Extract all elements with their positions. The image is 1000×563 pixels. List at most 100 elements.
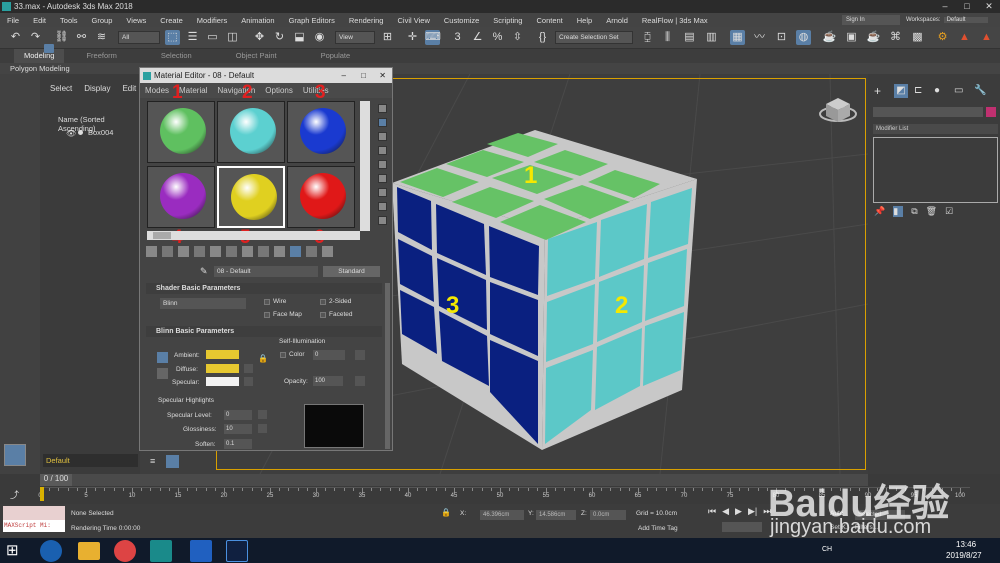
- utilities-tab-icon[interactable]: 🔧: [974, 84, 988, 98]
- configure-sets-icon[interactable]: ☑: [945, 206, 953, 217]
- taskbar-chrome-icon[interactable]: [114, 540, 136, 562]
- slots-scrollbar-vertical[interactable]: [360, 101, 370, 231]
- object-name-field[interactable]: [873, 107, 983, 117]
- play-icon[interactable]: ▶: [735, 506, 742, 517]
- minimize-button[interactable]: –: [934, 0, 956, 13]
- modify-tab-icon[interactable]: ◩: [894, 84, 908, 98]
- menu-create[interactable]: Create: [153, 16, 190, 25]
- menu-help[interactable]: Help: [570, 16, 599, 25]
- taskbar-wps-icon[interactable]: [190, 540, 212, 562]
- go-to-parent-icon[interactable]: [306, 246, 317, 257]
- undo-icon[interactable]: ↶: [8, 30, 23, 45]
- make-unique-icon[interactable]: ⧉: [911, 206, 917, 217]
- open-mini-curve-editor-icon[interactable]: ⤴: [10, 488, 19, 501]
- maxscript-input[interactable]: MAXScript Mi:: [3, 520, 65, 532]
- unlink-icon[interactable]: ⚯: [74, 30, 89, 45]
- taskbar-browser-icon[interactable]: [40, 540, 62, 562]
- material-params-scrollbar[interactable]: [385, 283, 390, 449]
- isolate-selection-icon[interactable]: 🔒: [441, 508, 451, 517]
- create-tab-icon[interactable]: +: [874, 84, 888, 98]
- material-navigator-icon[interactable]: [378, 216, 387, 225]
- show-end-result-icon[interactable]: [290, 246, 301, 257]
- specular-map-button[interactable]: [244, 377, 253, 386]
- keyboard-shortcut-icon[interactable]: ⌨: [425, 30, 441, 45]
- schematic-view-icon[interactable]: ⊡: [774, 30, 789, 45]
- slots-scroll-thumb[interactable]: [153, 232, 171, 239]
- put-to-scene-icon[interactable]: [162, 246, 173, 257]
- menu-customize[interactable]: Customize: [437, 16, 486, 25]
- workspaces-value[interactable]: Default: [943, 17, 988, 23]
- taskbar-3dsmax-icon[interactable]: [150, 540, 172, 562]
- material-options-icon[interactable]: [378, 188, 387, 197]
- go-forward-sibling-icon[interactable]: [322, 246, 333, 257]
- explorer-menu-edit[interactable]: Edit: [122, 84, 136, 93]
- glossiness-field[interactable]: 10: [224, 424, 252, 434]
- material-slot-6[interactable]: [287, 166, 355, 228]
- menu-tools[interactable]: Tools: [53, 16, 85, 25]
- pivot-center-icon[interactable]: ⊞: [380, 30, 395, 45]
- window-crossing-icon[interactable]: ◫: [225, 30, 240, 45]
- copy-material-icon[interactable]: [210, 246, 221, 257]
- percent-snap-icon[interactable]: %: [490, 30, 505, 45]
- create-selection-set-dropdown[interactable]: Create Selection Set: [555, 31, 633, 44]
- select-by-name-icon[interactable]: ☰: [185, 30, 200, 45]
- time-slider-track[interactable]: [40, 474, 868, 486]
- menu-navigation[interactable]: Navigation: [212, 83, 260, 98]
- z-coordinate-field[interactable]: 0.0cm: [590, 510, 626, 520]
- material-slot-3[interactable]: [287, 101, 355, 163]
- face-map-checkbox[interactable]: [264, 312, 270, 318]
- menu-animation[interactable]: Animation: [234, 16, 281, 25]
- menu-views[interactable]: Views: [119, 16, 153, 25]
- material-slot-1[interactable]: [147, 101, 215, 163]
- shader-dropdown[interactable]: Blinn: [160, 298, 246, 309]
- specular-level-field[interactable]: 0: [224, 410, 252, 420]
- display-tab-icon[interactable]: ▭: [954, 84, 968, 98]
- scale-icon[interactable]: ⬓: [292, 30, 307, 45]
- current-frame-field[interactable]: [722, 522, 762, 532]
- menu-rendering[interactable]: Rendering: [342, 16, 391, 25]
- material-slot-2[interactable]: [217, 101, 285, 163]
- get-material-icon[interactable]: [146, 246, 157, 257]
- show-end-result-icon[interactable]: ▮: [893, 206, 904, 217]
- video-color-check-icon[interactable]: [378, 160, 387, 169]
- make-unique-icon[interactable]: [226, 246, 237, 257]
- realflow-tools-icon[interactable]: ▲: [979, 30, 994, 45]
- maxscript-listener[interactable]: MAXScript Mi:: [3, 506, 65, 534]
- pin-stack-icon[interactable]: 📌: [874, 206, 885, 217]
- menu-scripting[interactable]: Scripting: [486, 16, 529, 25]
- menu-file[interactable]: File: [0, 16, 26, 25]
- eye-icon[interactable]: 👁: [66, 129, 76, 138]
- assign-to-selection-icon[interactable]: [178, 246, 189, 257]
- self-illum-value-field[interactable]: 0: [313, 350, 345, 360]
- next-frame-icon[interactable]: ▶|: [748, 506, 757, 517]
- hierarchy-tab-icon[interactable]: ⊏: [914, 84, 928, 98]
- menu-graph-editors[interactable]: Graph Editors: [282, 16, 342, 25]
- filter-geometry-icon[interactable]: [44, 44, 54, 53]
- layer-toolbar-icon[interactable]: ≡: [150, 456, 162, 468]
- wire-checkbox[interactable]: [264, 299, 270, 305]
- menu-arnold[interactable]: Arnold: [599, 16, 635, 25]
- material-editor-close[interactable]: ✕: [379, 68, 386, 83]
- diffuse-color-swatch[interactable]: [206, 364, 239, 373]
- tab-populate[interactable]: Populate: [299, 49, 373, 63]
- self-illum-map-button[interactable]: [355, 350, 365, 360]
- layer-settings-icon[interactable]: [166, 455, 179, 468]
- put-to-library-icon[interactable]: [242, 246, 253, 257]
- menu-modifiers[interactable]: Modifiers: [190, 16, 234, 25]
- select-by-material-icon[interactable]: [378, 202, 387, 211]
- add-time-tag-button[interactable]: Add Time Tag: [638, 525, 678, 532]
- previous-frame-icon[interactable]: ◀: [722, 506, 729, 517]
- render-setup-icon[interactable]: ☕: [822, 30, 837, 45]
- menu-edit[interactable]: Edit: [26, 16, 53, 25]
- maximize-button[interactable]: □: [956, 0, 978, 13]
- material-editor-titlebar[interactable]: Material Editor - 08 - Default – □ ✕: [140, 68, 392, 83]
- ambient-color-swatch[interactable]: [206, 350, 239, 359]
- link-icon[interactable]: ⛓: [54, 30, 69, 45]
- material-editor-icon[interactable]: ◍: [796, 30, 811, 45]
- make-preview-icon[interactable]: [378, 174, 387, 183]
- render-iterative-icon[interactable]: ⌘: [888, 30, 903, 45]
- material-editor-minimize[interactable]: –: [342, 68, 346, 83]
- input-language[interactable]: CH: [822, 546, 832, 553]
- tab-object-paint[interactable]: Object Paint: [214, 49, 299, 63]
- glossiness-map-button[interactable]: [258, 424, 267, 433]
